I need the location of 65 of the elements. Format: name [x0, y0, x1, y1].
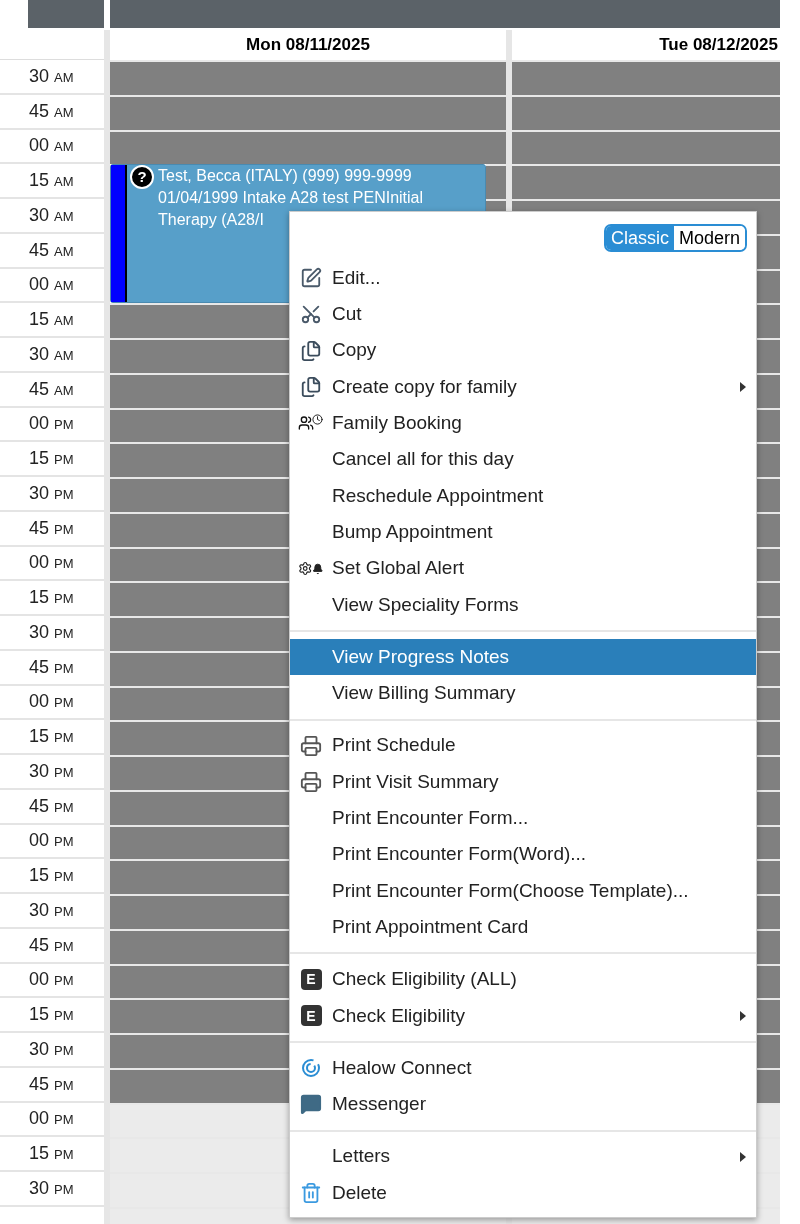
menu-item-label: Set Global Alert	[332, 556, 466, 581]
menu-item-label: Delete	[332, 1180, 388, 1205]
menu-item-label: Healow Connect	[332, 1055, 473, 1080]
menu-item-label: Cancel all for this day	[332, 447, 515, 472]
menu-item-label: Copy	[332, 338, 378, 363]
time-label: 15 PM	[29, 1003, 74, 1027]
time-label: 00 PM	[29, 412, 74, 436]
time-label: 15 PM	[29, 1142, 74, 1166]
menu-item-label: Reschedule Appointment	[332, 483, 545, 508]
menu-item-label: Check Eligibility	[332, 1003, 467, 1028]
time-label: 30 AM	[29, 203, 74, 227]
day-header: Mon 08/11/2025	[246, 34, 370, 57]
menu-item-label: Print Schedule	[332, 733, 457, 758]
time-label: 00 PM	[29, 968, 74, 992]
time-label: 00 PM	[29, 690, 74, 714]
time-label: 45 AM	[29, 238, 74, 262]
time-label: 15 AM	[29, 308, 74, 332]
time-label: 00 PM	[29, 829, 74, 853]
menu-item-label: Family Booking	[332, 411, 463, 436]
menu-item-label: Print Appointment Card	[332, 914, 530, 939]
time-label: 00 AM	[29, 134, 74, 158]
appointment-text: Therapy (A28/I	[158, 210, 265, 230]
menu-item-label: Bump Appointment	[332, 519, 494, 544]
e-badge-icon: E	[300, 969, 322, 990]
time-label: 15 PM	[29, 447, 74, 471]
time-label: 00 PM	[29, 1107, 74, 1131]
day-header: Tue 08/12/2025	[659, 34, 778, 57]
time-label: 45 PM	[29, 655, 74, 679]
menu-item-label: Letters	[332, 1144, 392, 1169]
menu-item-label: Create copy for family	[332, 374, 518, 399]
menu-item-label: Messenger	[332, 1092, 427, 1117]
time-label: 15 AM	[29, 169, 74, 193]
menu-item-label: Print Encounter Form...	[332, 806, 530, 831]
time-label: 30 AM	[29, 64, 74, 88]
time-label: 30 PM	[29, 759, 74, 783]
e-badge-icon: E	[300, 1005, 322, 1027]
menu-item-label: Print Visit Summary	[332, 769, 500, 794]
time-label: 45 PM	[29, 516, 74, 540]
time-label: 00 PM	[29, 551, 74, 575]
question-icon: ?	[130, 165, 154, 189]
time-label: 45 PM	[29, 1072, 74, 1096]
menu-item-label: Cut	[332, 302, 363, 327]
time-label: 30 PM	[29, 481, 74, 505]
time-label: 30 PM	[29, 620, 74, 644]
appointment-text: Test, Becca (ITALY) (999) 999-9999	[158, 166, 413, 186]
appointment-text: 01/04/1999 Intake A28 test PENInitial	[158, 188, 424, 208]
time-label: 30 AM	[29, 342, 74, 366]
time-label: 15 PM	[29, 586, 74, 610]
time-label: 15 PM	[29, 725, 74, 749]
time-label: 45 AM	[29, 377, 74, 401]
menu-item-label: View Speciality Forms	[332, 592, 520, 617]
menu-item-label: Check Eligibility (ALL)	[332, 967, 518, 992]
time-label: 45 PM	[29, 933, 74, 957]
menu-item-label: Print Encounter Form(Word)...	[332, 842, 588, 867]
menu-item-label: View Billing Summary	[332, 681, 517, 706]
time-label: 45 AM	[29, 99, 74, 123]
menu-item-label: View Progress Notes	[332, 644, 511, 669]
time-label: 00 AM	[29, 273, 74, 297]
time-label: 30 PM	[29, 1176, 74, 1200]
time-label: 45 PM	[29, 794, 74, 818]
menu-item-label: Print Encounter Form(Choose Template)...	[332, 878, 690, 903]
menu-item-label: Edit...	[332, 265, 382, 290]
time-label: 15 PM	[29, 864, 74, 888]
time-label: 30 PM	[29, 898, 74, 922]
time-label: 30 PM	[29, 1037, 74, 1061]
